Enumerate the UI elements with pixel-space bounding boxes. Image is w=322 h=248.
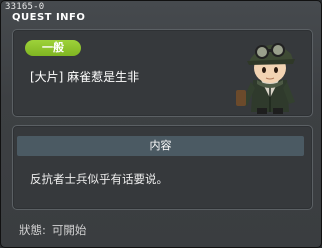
- quest-summary-panel: 一般 [大片] 麻雀惹是生非: [12, 29, 313, 117]
- status-value: 可開始: [51, 223, 87, 237]
- quest-content-panel: 内容 反抗者士兵似乎有话要说。: [12, 125, 313, 210]
- content-header: 内容: [17, 136, 304, 156]
- quest-category-badge: 一般: [25, 40, 81, 56]
- soldier-npc-icon: [236, 43, 295, 114]
- quest-description: 反抗者士兵似乎有话要说。: [30, 172, 168, 186]
- status-label: 狀態:: [19, 223, 46, 237]
- quest-id: 33165-0: [5, 2, 45, 12]
- quest-status: 狀態: 可開始: [19, 222, 86, 238]
- quest-name: [大片] 麻雀惹是生非: [30, 70, 140, 84]
- window-title: QUEST INFO: [12, 12, 86, 23]
- quest-info-window: 33165-0 QUEST INFO 一般 [大片] 麻雀惹是生非 内容 反抗者…: [0, 0, 322, 248]
